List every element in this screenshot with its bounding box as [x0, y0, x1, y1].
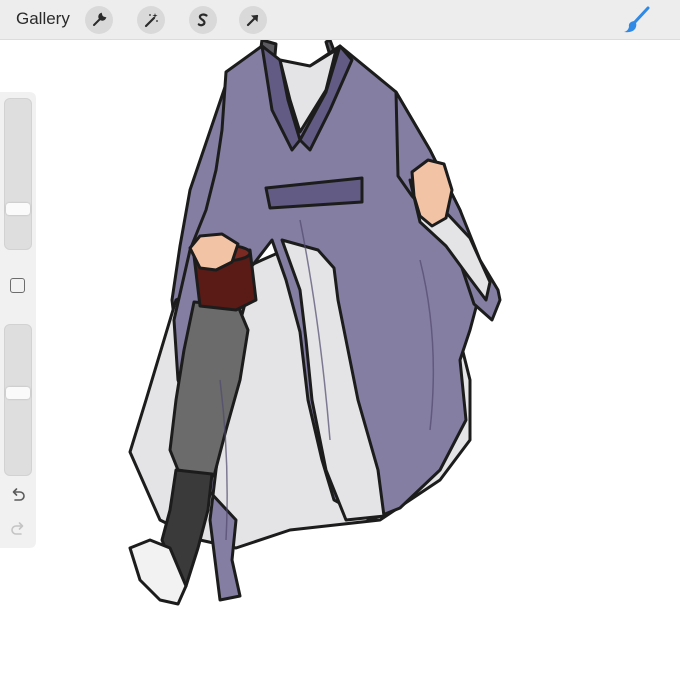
top-toolbar: Gallery — [0, 0, 680, 40]
redo-icon — [11, 522, 24, 535]
brush-size-slider[interactable] — [4, 98, 32, 250]
selection-button[interactable] — [189, 6, 217, 34]
wrench-icon — [93, 12, 107, 26]
brush-size-slider-knob[interactable] — [6, 203, 30, 215]
undo-icon — [12, 488, 25, 501]
left-sidebar — [0, 92, 36, 548]
brush-button[interactable] — [622, 5, 652, 35]
opacity-slider-knob[interactable] — [6, 387, 30, 399]
selection-s-icon — [197, 13, 208, 27]
opacity-slider[interactable] — [4, 324, 32, 476]
undo-button[interactable] — [9, 486, 27, 504]
drawing-canvas[interactable] — [0, 0, 680, 680]
magic-wand-icon — [144, 13, 158, 28]
arrow-cursor-icon — [246, 14, 259, 27]
adjustments-button[interactable] — [137, 6, 165, 34]
figure-artwork — [128, 38, 502, 606]
redo-button[interactable] — [9, 520, 27, 538]
modify-button[interactable] — [10, 278, 25, 293]
brush-icon — [624, 6, 650, 33]
gallery-button[interactable]: Gallery — [16, 9, 70, 29]
actions-button[interactable] — [85, 6, 113, 34]
transform-button[interactable] — [239, 6, 267, 34]
